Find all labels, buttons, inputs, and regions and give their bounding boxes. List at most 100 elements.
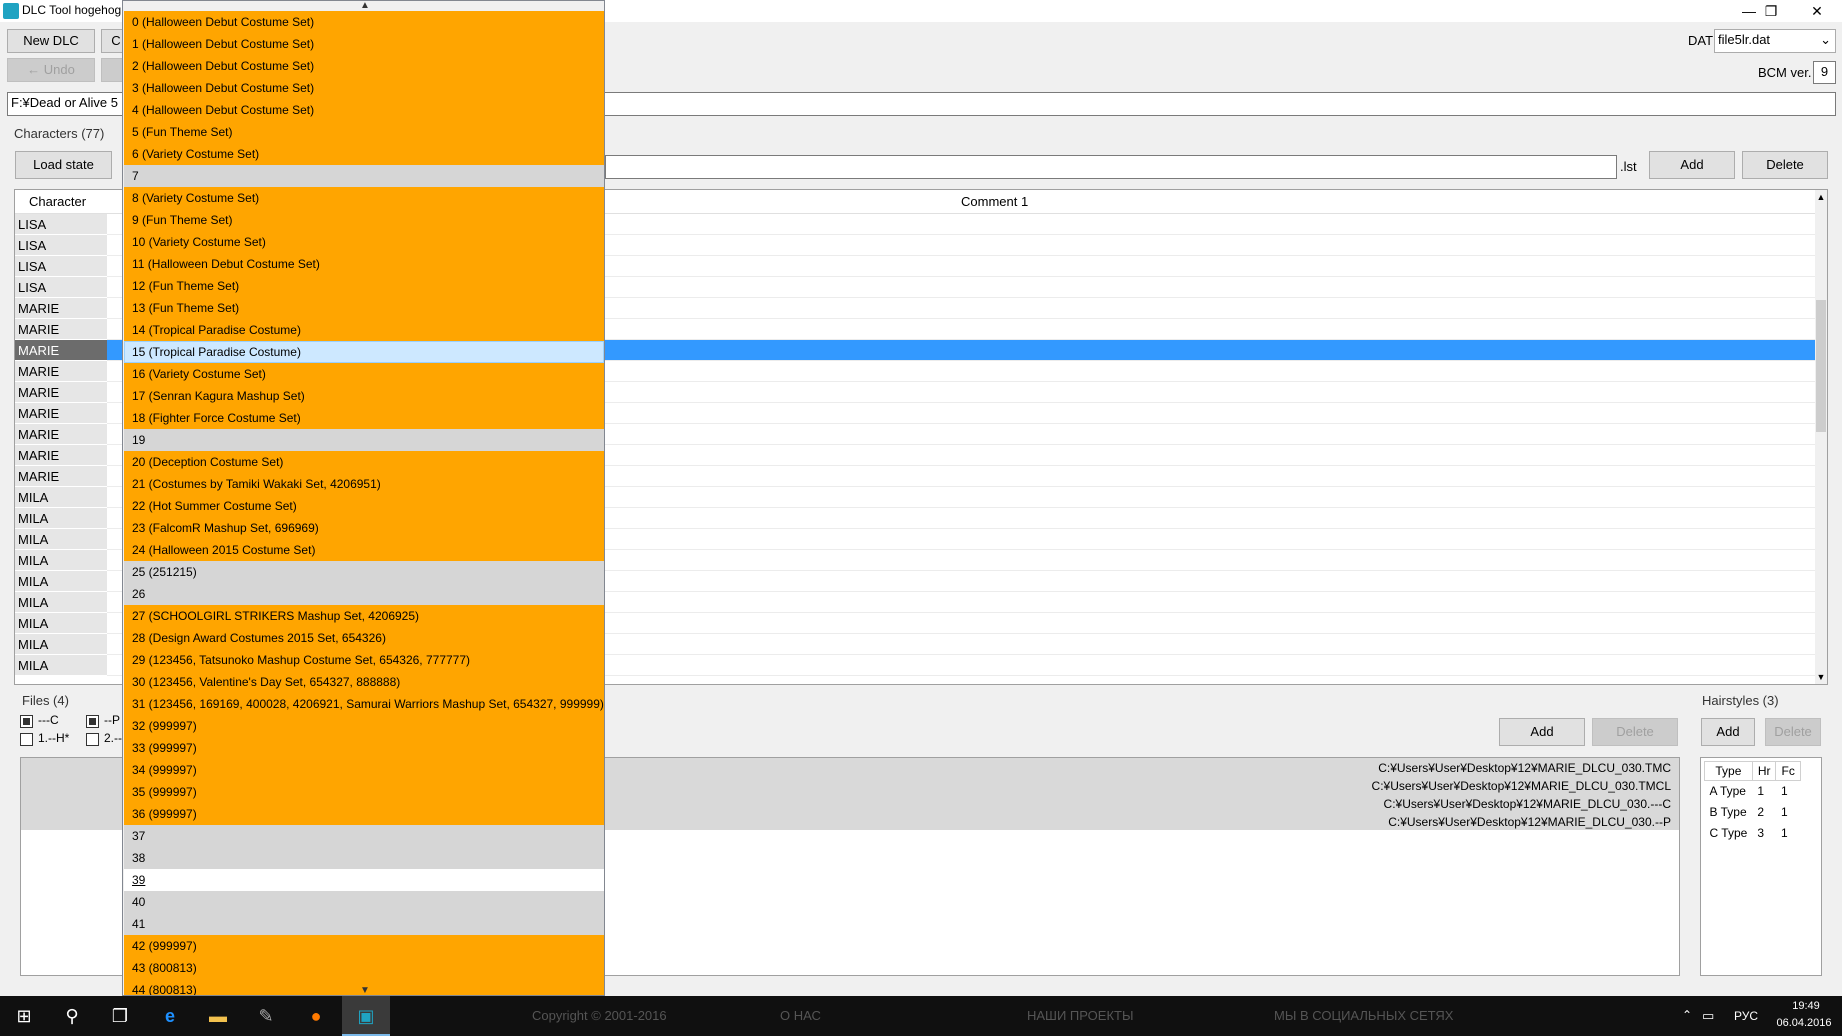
character-cell[interactable]: MARIE [15,424,107,445]
character-cell[interactable]: MILA [15,655,107,676]
dropdown-option[interactable]: 14 (Tropical Paradise Costume) [124,319,604,341]
dropdown-option[interactable]: 11 (Halloween Debut Costume Set) [124,253,604,275]
add-character-button[interactable]: Add [1649,151,1735,179]
dropdown-option[interactable]: 30 (123456, Valentine's Day Set, 654327,… [124,671,604,693]
firefox-icon[interactable]: ● [292,996,340,1036]
character-cell[interactable]: LISA [15,277,107,298]
character-cell[interactable]: MILA [15,487,107,508]
dropdown-scroll-down-icon[interactable]: ▼ [359,986,371,996]
clock-date[interactable]: 06.04.2016 [1772,1017,1836,1029]
dropdown-option[interactable]: 22 (Hot Summer Costume Set) [124,495,604,517]
dropdown-option[interactable]: 33 (999997) [124,737,604,759]
dropdown-option[interactable]: 13 (Fun Theme Set) [124,297,604,319]
close-button[interactable]: ✕ [1794,0,1840,22]
lst-name-input[interactable] [605,155,1617,179]
dropdown-option[interactable]: 24 (Halloween 2015 Costume Set) [124,539,604,561]
file-path-4[interactable]: C:¥Users¥User¥Desktop¥12¥MARIE_DLCU_030.… [1388,815,1671,829]
scroll-down-icon[interactable]: ▼ [1815,672,1827,682]
dropdown-option[interactable]: 29 (123456, Tatsunoko Mashup Costume Set… [124,649,604,671]
dropdown-option[interactable]: 5 (Fun Theme Set) [124,121,604,143]
dropdown-option[interactable]: 20 (Deception Costume Set) [124,451,604,473]
dropdown-option[interactable]: 40 [124,891,604,913]
dropdown-option[interactable]: 37 [124,825,604,847]
character-cell[interactable]: MARIE [15,403,107,424]
file-path-3[interactable]: C:¥Users¥User¥Desktop¥12¥MARIE_DLCU_030.… [1384,797,1671,811]
dropdown-option[interactable]: 4 (Halloween Debut Costume Set) [124,99,604,121]
dropdown-option[interactable]: 21 (Costumes by Tamiki Wakaki Set, 42069… [124,473,604,495]
grid-scrollbar[interactable]: ▲ ▼ [1815,190,1827,684]
character-cell[interactable]: MARIE [15,445,107,466]
bcm-version-input[interactable]: 9 [1813,61,1836,84]
dropdown-option[interactable]: 42 (999997) [124,935,604,957]
dropdown-option[interactable]: 41 [124,913,604,935]
add-file-button[interactable]: Add [1499,718,1585,746]
character-cell[interactable]: MILA [15,592,107,613]
checkbox-2[interactable] [86,733,99,746]
dropdown-option[interactable]: 1 (Halloween Debut Costume Set) [124,33,604,55]
file-path-2[interactable]: C:¥Users¥User¥Desktop¥12¥MARIE_DLCU_030.… [1372,779,1671,793]
character-cell[interactable]: LISA [15,256,107,277]
dropdown-option[interactable]: 36 (999997) [124,803,604,825]
notification-icon[interactable]: ▭ [1702,1008,1714,1024]
tray-chevron-up-icon[interactable]: ⌃ [1682,1008,1692,1022]
checkbox-c[interactable] [20,715,33,728]
hair-col-type[interactable]: Type [1704,761,1753,781]
dropdown-option[interactable]: 35 (999997) [124,781,604,803]
load-state-button[interactable]: Load state [15,151,112,179]
grid-scroll-thumb[interactable] [1816,300,1826,432]
language-indicator[interactable]: РУС [1734,1009,1758,1023]
app-tool-icon[interactable]: ✎ [242,996,290,1036]
dropdown-option[interactable]: 17 (Senran Kagura Mashup Set) [124,385,604,407]
dropdown-option[interactable]: 32 (999997) [124,715,604,737]
dropdown-scroll-up-icon[interactable]: ▲ [359,1,371,11]
character-cell[interactable]: MILA [15,508,107,529]
checkbox-p[interactable] [86,715,99,728]
delete-file-button[interactable]: Delete [1592,718,1678,746]
checkbox-h[interactable] [20,733,33,746]
dropdown-option[interactable]: 2 (Halloween Debut Costume Set) [124,55,604,77]
dropdown-option[interactable]: 26 [124,583,604,605]
character-cell[interactable]: MILA [15,571,107,592]
hair-col-fc[interactable]: Fc [1775,761,1801,781]
add-hairstyle-button[interactable]: Add [1701,718,1755,746]
dropdown-option[interactable]: 38 [124,847,604,869]
dropdown-option[interactable]: 16 (Variety Costume Set) [124,363,604,385]
dropdown-option[interactable]: 43 (800813) [124,957,604,979]
hair-row[interactable]: B Type 2 1 [1705,802,1801,823]
dropdown-option[interactable]: 39 [124,869,604,891]
dropdown-option[interactable]: 15 (Tropical Paradise Costume) [124,341,604,363]
character-cell[interactable]: MILA [15,529,107,550]
dropdown-option[interactable]: 31 (123456, 169169, 400028, 4206921, Sam… [124,693,604,715]
dropdown-option[interactable]: 3 (Halloween Debut Costume Set) [124,77,604,99]
character-cell[interactable]: MILA [15,613,107,634]
character-cell[interactable]: LISA [15,214,107,235]
file-path-1[interactable]: C:¥Users¥User¥Desktop¥12¥MARIE_DLCU_030.… [1378,761,1671,775]
search-icon[interactable]: ⚲ [48,996,96,1036]
character-cell[interactable]: MILA [15,634,107,655]
character-cell[interactable]: MARIE [15,466,107,487]
dropdown-option[interactable]: 9 (Fun Theme Set) [124,209,604,231]
hairstyles-table[interactable]: Type Hr Fc A Type 1 1 B Type 2 1 C Type … [1700,757,1822,976]
dropdown-option[interactable]: 19 [124,429,604,451]
dropdown-option[interactable]: 34 (999997) [124,759,604,781]
edge-browser-icon[interactable]: e [146,996,194,1036]
dropdown-option[interactable]: 8 (Variety Costume Set) [124,187,604,209]
restore-button[interactable]: ❐ [1748,0,1794,22]
hair-col-hr[interactable]: Hr [1751,761,1777,781]
hair-row[interactable]: C Type 3 1 [1705,823,1801,844]
dropdown-option[interactable]: 25 (251215) [124,561,604,583]
character-cell[interactable]: LISA [15,235,107,256]
task-view-icon[interactable]: ❐ [96,996,144,1036]
dropdown-option[interactable]: 7 [124,165,604,187]
dropdown-option[interactable]: 23 (FalcomR Mashup Set, 696969) [124,517,604,539]
dropdown-option[interactable]: 0 (Halloween Debut Costume Set) [124,11,604,33]
hair-row[interactable]: A Type 1 1 [1705,781,1801,802]
start-windows-icon[interactable]: ⊞ [0,996,48,1036]
dropdown-option[interactable]: 18 (Fighter Force Costume Set) [124,407,604,429]
character-cell[interactable]: MARIE [15,340,107,361]
character-cell[interactable]: MARIE [15,382,107,403]
scroll-up-icon[interactable]: ▲ [1815,192,1827,202]
dropdown-option[interactable]: 12 (Fun Theme Set) [124,275,604,297]
file-explorer-icon[interactable]: ▬ [194,996,242,1036]
dropdown-option[interactable]: 28 (Design Award Costumes 2015 Set, 6543… [124,627,604,649]
